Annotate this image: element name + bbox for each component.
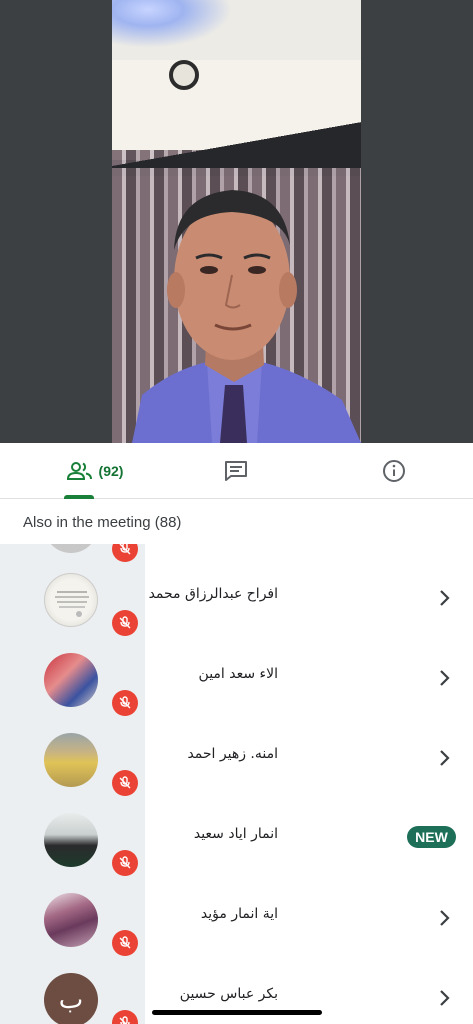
participant-row[interactable]: افراح عبدالرزاق محمد (0, 558, 473, 638)
participant-row[interactable]: امنه. زهير احمد (0, 718, 473, 798)
avatar (44, 893, 98, 947)
chevron-right-icon[interactable] (436, 988, 454, 1008)
mic-off-icon (112, 610, 138, 636)
tab-bar: (92) (0, 443, 473, 499)
people-count: (92) (98, 463, 124, 479)
chevron-right-icon[interactable] (436, 668, 454, 688)
avatar (44, 573, 98, 627)
avatar (44, 813, 98, 867)
participant-row[interactable]: انمار اياد سعيد NEW (0, 798, 473, 878)
mic-off-icon (112, 930, 138, 956)
speaker-video[interactable] (112, 0, 361, 443)
tab-info[interactable] (358, 443, 430, 499)
participant-name: الاء سعد امين (198, 666, 278, 682)
avatar-letter: ب (44, 973, 98, 1024)
video-area (0, 0, 473, 443)
avatar (44, 653, 98, 707)
home-indicator[interactable] (152, 1010, 322, 1015)
avatar (44, 733, 98, 787)
participant-name: انمار اياد سعيد (193, 826, 278, 842)
participant-name: اية انمار مؤيد (200, 906, 278, 922)
chevron-right-icon[interactable] (436, 748, 454, 768)
tab-people[interactable]: (92) (45, 443, 145, 499)
mic-off-icon (112, 850, 138, 876)
participants-header: Also in the meeting (88) (0, 500, 473, 544)
participant-row[interactable]: اية انمار مؤيد (0, 878, 473, 958)
mic-off-icon (112, 770, 138, 796)
participant-name: امنه. زهير احمد (187, 746, 278, 762)
people-icon (66, 462, 92, 480)
speaker-person (132, 190, 361, 443)
participant-name: بكر عباس حسين (179, 986, 278, 1002)
chevron-right-icon[interactable] (436, 588, 454, 608)
participants-list[interactable]: افراح عبدالرزاق محمد الاء سعد امين امنه.… (0, 544, 473, 1024)
chevron-right-icon[interactable] (436, 908, 454, 928)
mic-off-icon (112, 690, 138, 716)
new-badge: NEW (407, 826, 456, 848)
tab-chat[interactable] (200, 443, 272, 499)
mic-off-icon (112, 1010, 138, 1024)
participant-row[interactable]: الاء سعد امين (0, 638, 473, 718)
info-icon (383, 460, 405, 482)
active-tab-indicator (64, 495, 94, 499)
avatar (44, 544, 98, 553)
participant-name: افراح عبدالرزاق محمد (148, 586, 278, 602)
chat-icon (225, 461, 247, 481)
